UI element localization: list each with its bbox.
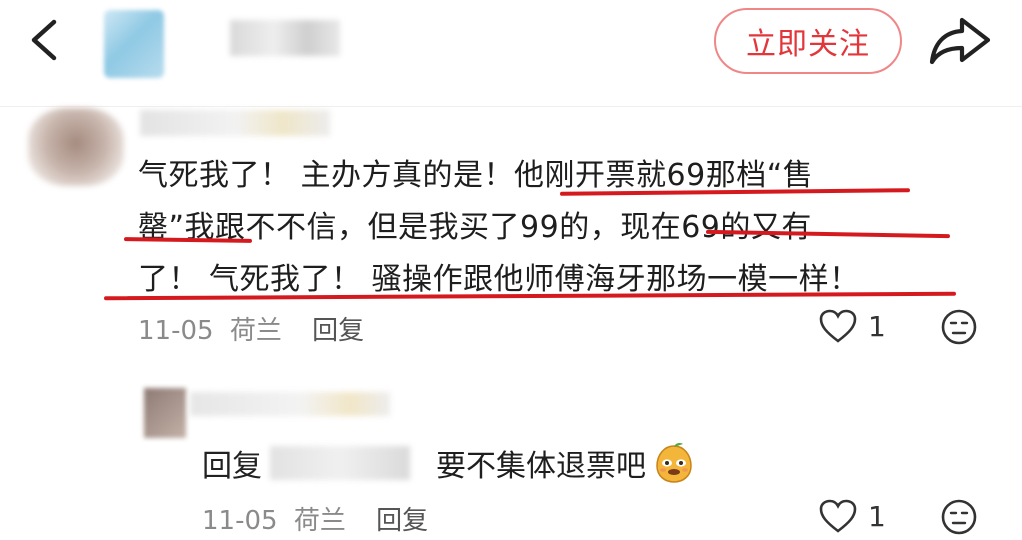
share-arrow-icon — [929, 17, 991, 65]
share-button[interactable] — [926, 14, 996, 68]
reply-date: 11-05 — [202, 506, 278, 536]
reply-text: 要不集体退票吧 — [436, 449, 646, 484]
reply-meta: 11-05 荷兰 回复 — [202, 500, 428, 537]
heart-outline-icon — [819, 499, 857, 533]
mango-face-emoji-icon — [652, 441, 696, 485]
comment-body: 气死我了！ 主办方真的是！他刚开票就69那档“售 罄”我跟不不信，但是我买了99… — [138, 150, 968, 306]
comment-like-button[interactable]: 1 — [818, 308, 886, 344]
comment-date: 11-05 — [138, 316, 214, 346]
comment-meta: 11-05 荷兰 回复 — [138, 310, 364, 347]
comment-like-count: 1 — [868, 309, 886, 343]
reply-location: 荷兰 — [293, 506, 346, 536]
face-emoji-icon — [941, 309, 977, 345]
reply-body: 回复 要不集体退票吧 — [202, 438, 696, 488]
back-button[interactable] — [20, 14, 70, 66]
face-emoji-icon — [941, 499, 977, 535]
heart-outline-icon — [819, 309, 857, 343]
replier-avatar[interactable] — [144, 388, 186, 438]
author-name-blurred[interactable] — [230, 20, 340, 56]
comment-reply-button[interactable]: 回复 — [312, 316, 364, 346]
commenter-name-blurred[interactable] — [140, 110, 330, 136]
chevron-left-icon — [31, 19, 57, 61]
comment-emoji-button[interactable] — [940, 308, 978, 350]
follow-button[interactable]: 立即关注 — [714, 8, 902, 74]
comment-line-2: 罄”我跟不不信，但是我买了99的，现在69的又有 — [138, 210, 812, 245]
author-avatar[interactable] — [104, 10, 164, 78]
reply-like-button[interactable]: 1 — [818, 498, 886, 534]
replier-name-blurred[interactable] — [190, 392, 390, 416]
reply-emoji-button[interactable] — [940, 498, 978, 540]
reply-target-name-blurred[interactable] — [270, 446, 410, 480]
header-divider — [0, 106, 1022, 107]
comment-location: 荷兰 — [229, 316, 282, 346]
reply-reply-button[interactable]: 回复 — [376, 506, 428, 536]
comment-line-1: 气死我了！ 主办方真的是！他刚开票就69那档“售 — [138, 158, 814, 193]
commenter-avatar[interactable] — [28, 108, 124, 186]
top-bar: 立即关注 — [0, 0, 1022, 100]
reply-prefix: 回复 — [202, 449, 262, 484]
